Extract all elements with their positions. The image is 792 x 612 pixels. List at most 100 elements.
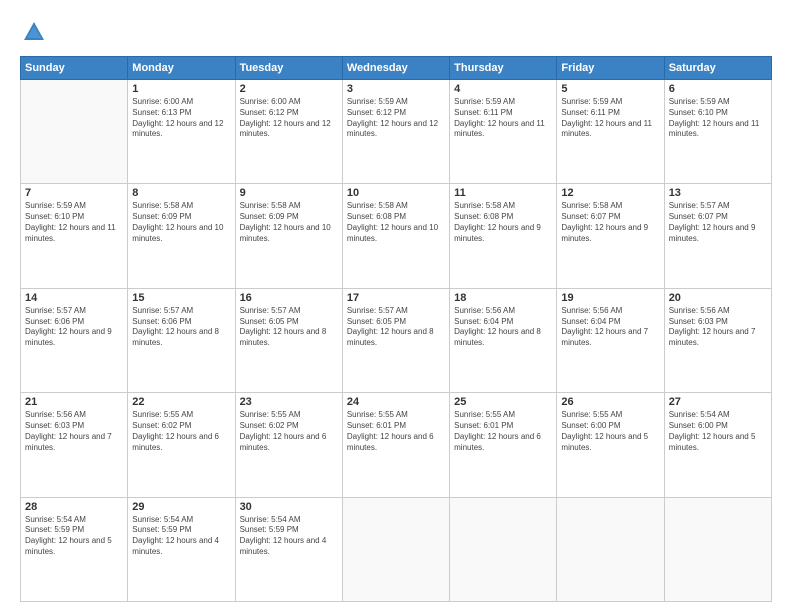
day-info: Sunrise: 5:55 AMSunset: 6:02 PMDaylight:… — [240, 410, 338, 453]
logo — [20, 18, 52, 46]
day-info: Sunrise: 6:00 AMSunset: 6:13 PMDaylight:… — [132, 97, 230, 140]
day-number: 11 — [454, 187, 552, 199]
day-info: Sunrise: 5:59 AMSunset: 6:11 PMDaylight:… — [561, 97, 659, 140]
day-info: Sunrise: 5:58 AMSunset: 6:09 PMDaylight:… — [132, 201, 230, 244]
day-number: 27 — [669, 396, 767, 408]
week-row-5: 28 Sunrise: 5:54 AMSunset: 5:59 PMDayligh… — [21, 497, 772, 601]
day-cell: 19 Sunrise: 5:56 AMSunset: 6:04 PMDayligh… — [557, 288, 664, 392]
day-cell: 29 Sunrise: 5:54 AMSunset: 5:59 PMDayligh… — [128, 497, 235, 601]
day-number: 13 — [669, 187, 767, 199]
day-cell: 7 Sunrise: 5:59 AMSunset: 6:10 PMDaylight… — [21, 184, 128, 288]
day-info: Sunrise: 5:57 AMSunset: 6:05 PMDaylight:… — [347, 306, 445, 349]
day-info: Sunrise: 5:55 AMSunset: 6:02 PMDaylight:… — [132, 410, 230, 453]
day-info: Sunrise: 5:55 AMSunset: 6:00 PMDaylight:… — [561, 410, 659, 453]
day-number: 17 — [347, 292, 445, 304]
day-number: 24 — [347, 396, 445, 408]
day-cell: 12 Sunrise: 5:58 AMSunset: 6:07 PMDayligh… — [557, 184, 664, 288]
col-header-sunday: Sunday — [21, 57, 128, 80]
col-header-wednesday: Wednesday — [342, 57, 449, 80]
day-cell: 10 Sunrise: 5:58 AMSunset: 6:08 PMDayligh… — [342, 184, 449, 288]
calendar-table: SundayMondayTuesdayWednesdayThursdayFrid… — [20, 56, 772, 602]
week-row-4: 21 Sunrise: 5:56 AMSunset: 6:03 PMDayligh… — [21, 393, 772, 497]
logo-icon — [20, 18, 48, 46]
col-header-thursday: Thursday — [450, 57, 557, 80]
day-number: 10 — [347, 187, 445, 199]
day-info: Sunrise: 5:56 AMSunset: 6:04 PMDaylight:… — [454, 306, 552, 349]
day-info: Sunrise: 5:57 AMSunset: 6:07 PMDaylight:… — [669, 201, 767, 244]
day-info: Sunrise: 5:57 AMSunset: 6:06 PMDaylight:… — [25, 306, 123, 349]
day-number: 5 — [561, 83, 659, 95]
day-cell: 25 Sunrise: 5:55 AMSunset: 6:01 PMDayligh… — [450, 393, 557, 497]
day-info: Sunrise: 5:58 AMSunset: 6:07 PMDaylight:… — [561, 201, 659, 244]
day-cell — [450, 497, 557, 601]
week-row-3: 14 Sunrise: 5:57 AMSunset: 6:06 PMDayligh… — [21, 288, 772, 392]
day-cell: 6 Sunrise: 5:59 AMSunset: 6:10 PMDaylight… — [664, 80, 771, 184]
header — [20, 18, 772, 46]
day-cell: 22Sunrise: 5:55 AMSunset: 6:02 PMDayligh… — [128, 393, 235, 497]
day-number: 21 — [25, 396, 123, 408]
day-info: Sunrise: 5:58 AMSunset: 6:08 PMDaylight:… — [454, 201, 552, 244]
day-info: Sunrise: 5:54 AMSunset: 5:59 PMDaylight:… — [25, 515, 123, 558]
day-cell: 27Sunrise: 5:54 AMSunset: 6:00 PMDayligh… — [664, 393, 771, 497]
day-info: Sunrise: 5:55 AMSunset: 6:01 PMDaylight:… — [347, 410, 445, 453]
day-number: 6 — [669, 83, 767, 95]
day-number: 29 — [132, 501, 230, 513]
day-cell: 28 Sunrise: 5:54 AMSunset: 5:59 PMDayligh… — [21, 497, 128, 601]
day-number: 4 — [454, 83, 552, 95]
day-info: Sunrise: 5:58 AMSunset: 6:08 PMDaylight:… — [347, 201, 445, 244]
day-cell — [557, 497, 664, 601]
day-info: Sunrise: 5:59 AMSunset: 6:11 PMDaylight:… — [454, 97, 552, 140]
day-cell: 4 Sunrise: 5:59 AMSunset: 6:11 PMDaylight… — [450, 80, 557, 184]
day-number: 12 — [561, 187, 659, 199]
day-cell: 30Sunrise: 5:54 AMSunset: 5:59 PMDayligh… — [235, 497, 342, 601]
week-row-1: 1 Sunrise: 6:00 AMSunset: 6:13 PMDaylight… — [21, 80, 772, 184]
day-info: Sunrise: 5:54 AMSunset: 5:59 PMDaylight:… — [240, 515, 338, 558]
day-cell: 18 Sunrise: 5:56 AMSunset: 6:04 PMDayligh… — [450, 288, 557, 392]
page: SundayMondayTuesdayWednesdayThursdayFrid… — [0, 0, 792, 612]
day-number: 20 — [669, 292, 767, 304]
day-cell: 1 Sunrise: 6:00 AMSunset: 6:13 PMDaylight… — [128, 80, 235, 184]
col-header-friday: Friday — [557, 57, 664, 80]
day-number: 1 — [132, 83, 230, 95]
calendar-header-row: SundayMondayTuesdayWednesdayThursdayFrid… — [21, 57, 772, 80]
day-cell: 15 Sunrise: 5:57 AMSunset: 6:06 PMDayligh… — [128, 288, 235, 392]
day-info: Sunrise: 5:56 AMSunset: 6:04 PMDaylight:… — [561, 306, 659, 349]
day-cell: 24 Sunrise: 5:55 AMSunset: 6:01 PMDayligh… — [342, 393, 449, 497]
day-info: Sunrise: 5:57 AMSunset: 6:06 PMDaylight:… — [132, 306, 230, 349]
day-number: 15 — [132, 292, 230, 304]
day-number: 7 — [25, 187, 123, 199]
day-number: 8 — [132, 187, 230, 199]
day-cell — [21, 80, 128, 184]
day-info: Sunrise: 5:59 AMSunset: 6:10 PMDaylight:… — [25, 201, 123, 244]
day-cell: 13 Sunrise: 5:57 AMSunset: 6:07 PMDayligh… — [664, 184, 771, 288]
day-cell: 20 Sunrise: 5:56 AMSunset: 6:03 PMDayligh… — [664, 288, 771, 392]
day-number: 25 — [454, 396, 552, 408]
day-cell — [342, 497, 449, 601]
day-info: Sunrise: 5:57 AMSunset: 6:05 PMDaylight:… — [240, 306, 338, 349]
day-number: 19 — [561, 292, 659, 304]
day-cell: 2 Sunrise: 6:00 AMSunset: 6:12 PMDaylight… — [235, 80, 342, 184]
day-number: 14 — [25, 292, 123, 304]
day-cell — [664, 497, 771, 601]
day-cell: 9 Sunrise: 5:58 AMSunset: 6:09 PMDaylight… — [235, 184, 342, 288]
day-number: 28 — [25, 501, 123, 513]
day-cell: 3Sunrise: 5:59 AMSunset: 6:12 PMDaylight… — [342, 80, 449, 184]
day-info: Sunrise: 5:54 AMSunset: 5:59 PMDaylight:… — [132, 515, 230, 558]
day-number: 16 — [240, 292, 338, 304]
day-info: Sunrise: 5:56 AMSunset: 6:03 PMDaylight:… — [669, 306, 767, 349]
day-number: 9 — [240, 187, 338, 199]
col-header-monday: Monday — [128, 57, 235, 80]
day-number: 2 — [240, 83, 338, 95]
day-info: Sunrise: 5:59 AMSunset: 6:12 PMDaylight:… — [347, 97, 445, 140]
day-cell: 14 Sunrise: 5:57 AMSunset: 6:06 PMDayligh… — [21, 288, 128, 392]
day-info: Sunrise: 5:56 AMSunset: 6:03 PMDaylight:… — [25, 410, 123, 453]
day-number: 18 — [454, 292, 552, 304]
day-info: Sunrise: 5:59 AMSunset: 6:10 PMDaylight:… — [669, 97, 767, 140]
day-info: Sunrise: 5:55 AMSunset: 6:01 PMDaylight:… — [454, 410, 552, 453]
day-number: 26 — [561, 396, 659, 408]
day-info: Sunrise: 6:00 AMSunset: 6:12 PMDaylight:… — [240, 97, 338, 140]
col-header-saturday: Saturday — [664, 57, 771, 80]
day-cell: 8 Sunrise: 5:58 AMSunset: 6:09 PMDaylight… — [128, 184, 235, 288]
week-row-2: 7 Sunrise: 5:59 AMSunset: 6:10 PMDaylight… — [21, 184, 772, 288]
day-info: Sunrise: 5:58 AMSunset: 6:09 PMDaylight:… — [240, 201, 338, 244]
